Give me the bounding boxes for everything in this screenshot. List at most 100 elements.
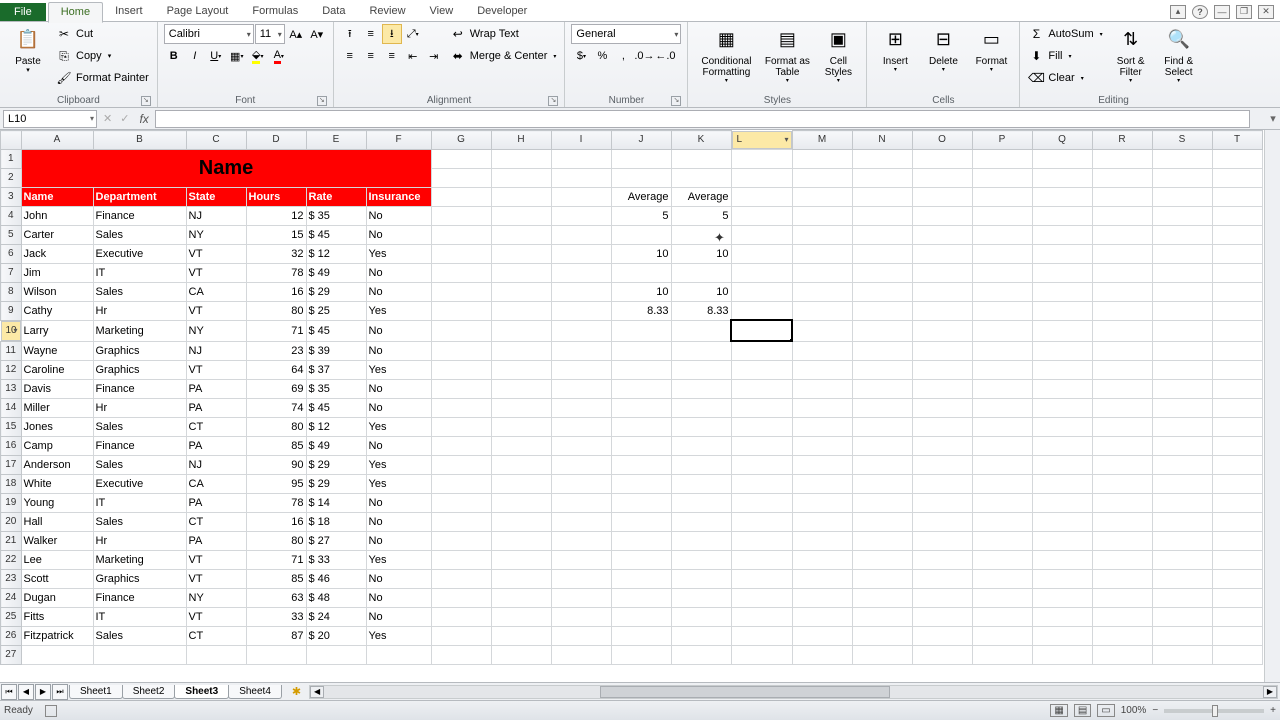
tab-developer[interactable]: Developer bbox=[465, 2, 539, 21]
col-header-P[interactable]: P bbox=[972, 131, 1032, 150]
cell[interactable] bbox=[1152, 301, 1212, 320]
cell[interactable] bbox=[852, 455, 912, 474]
cell[interactable] bbox=[431, 436, 491, 455]
cell[interactable] bbox=[551, 282, 611, 301]
alignment-dialog-launcher[interactable]: ↘ bbox=[548, 96, 558, 106]
cell[interactable]: Marketing bbox=[93, 320, 186, 341]
cell[interactable] bbox=[551, 645, 611, 664]
cell[interactable] bbox=[972, 493, 1032, 512]
cell[interactable]: CT bbox=[186, 626, 246, 645]
cell[interactable]: No bbox=[366, 320, 431, 341]
cell[interactable] bbox=[852, 263, 912, 282]
cell[interactable] bbox=[972, 379, 1032, 398]
cell[interactable] bbox=[491, 149, 551, 168]
cell[interactable] bbox=[912, 341, 972, 360]
cell[interactable]: Finance bbox=[93, 379, 186, 398]
cell[interactable] bbox=[491, 301, 551, 320]
row-header-27[interactable]: 27 bbox=[1, 645, 22, 664]
zoom-out-button[interactable]: − bbox=[1152, 705, 1158, 716]
cell[interactable] bbox=[611, 588, 671, 607]
cell[interactable] bbox=[912, 360, 972, 379]
cell[interactable] bbox=[912, 244, 972, 263]
cell[interactable] bbox=[431, 493, 491, 512]
row-header-13[interactable]: 13 bbox=[1, 379, 22, 398]
cell[interactable]: Hr bbox=[93, 398, 186, 417]
cell[interactable] bbox=[731, 149, 792, 168]
col-header-A[interactable]: A bbox=[21, 131, 93, 150]
cell[interactable] bbox=[731, 436, 792, 455]
cell[interactable] bbox=[912, 187, 972, 206]
font-color-button[interactable]: A▾ bbox=[269, 46, 289, 66]
sheet-nav-last[interactable]: ⏭ bbox=[52, 684, 68, 700]
cell[interactable] bbox=[1152, 645, 1212, 664]
cell[interactable] bbox=[431, 206, 491, 225]
cell[interactable] bbox=[912, 225, 972, 244]
row-header-4[interactable]: 4 bbox=[1, 206, 22, 225]
cell[interactable]: No bbox=[366, 206, 431, 225]
hscroll-left[interactable]: ◀ bbox=[310, 686, 324, 698]
cell[interactable] bbox=[731, 645, 792, 664]
cell[interactable] bbox=[306, 645, 366, 664]
cell[interactable] bbox=[611, 607, 671, 626]
cell[interactable] bbox=[491, 417, 551, 436]
cell[interactable]: 90 bbox=[246, 455, 306, 474]
cell[interactable]: 71 bbox=[246, 550, 306, 569]
cell[interactable] bbox=[1092, 398, 1152, 417]
cell[interactable]: Cathy bbox=[21, 301, 93, 320]
cell[interactable] bbox=[551, 398, 611, 417]
col-header-N[interactable]: N bbox=[852, 131, 912, 150]
cell[interactable] bbox=[491, 360, 551, 379]
row-header-14[interactable]: 14 bbox=[1, 398, 22, 417]
cell[interactable] bbox=[792, 244, 852, 263]
currency-button[interactable]: $▾ bbox=[571, 46, 591, 66]
cell[interactable] bbox=[1212, 550, 1262, 569]
cell[interactable] bbox=[611, 341, 671, 360]
cell[interactable] bbox=[1212, 263, 1262, 282]
cell[interactable] bbox=[551, 588, 611, 607]
cell[interactable] bbox=[1032, 168, 1092, 187]
cell[interactable] bbox=[1092, 360, 1152, 379]
cell[interactable] bbox=[1092, 493, 1152, 512]
cell[interactable] bbox=[1152, 282, 1212, 301]
tab-file[interactable]: File bbox=[0, 3, 46, 21]
cell[interactable] bbox=[1092, 512, 1152, 531]
cell[interactable] bbox=[792, 455, 852, 474]
worksheet-grid[interactable]: ABCDEFGHIJKLMNOPQRST1Name23NameDepartmen… bbox=[0, 130, 1280, 682]
cell[interactable]: 80 bbox=[246, 301, 306, 320]
cell[interactable] bbox=[912, 263, 972, 282]
cell[interactable] bbox=[792, 531, 852, 550]
cell[interactable] bbox=[731, 588, 792, 607]
cell[interactable] bbox=[1032, 244, 1092, 263]
cell[interactable] bbox=[852, 244, 912, 263]
cell[interactable]: $ 29 bbox=[306, 474, 366, 493]
cell[interactable] bbox=[1092, 436, 1152, 455]
cell[interactable] bbox=[551, 493, 611, 512]
cell[interactable]: Yes bbox=[366, 301, 431, 320]
cell[interactable] bbox=[671, 149, 731, 168]
format-as-table-button[interactable]: ▤Format as Table▾ bbox=[762, 24, 812, 87]
cell[interactable] bbox=[671, 360, 731, 379]
cell[interactable] bbox=[852, 417, 912, 436]
cell[interactable] bbox=[972, 417, 1032, 436]
cell[interactable] bbox=[611, 569, 671, 588]
cell[interactable] bbox=[491, 493, 551, 512]
tab-review[interactable]: Review bbox=[357, 2, 417, 21]
cell[interactable] bbox=[671, 455, 731, 474]
cell[interactable] bbox=[912, 398, 972, 417]
italic-button[interactable]: I bbox=[185, 46, 205, 66]
cell[interactable]: $ 35 bbox=[306, 206, 366, 225]
cell[interactable]: Sales bbox=[93, 282, 186, 301]
cell[interactable] bbox=[852, 398, 912, 417]
cell[interactable] bbox=[1092, 206, 1152, 225]
col-header-E[interactable]: E bbox=[306, 131, 366, 150]
cell[interactable]: 5 bbox=[611, 206, 671, 225]
cell[interactable]: IT bbox=[93, 493, 186, 512]
cell[interactable] bbox=[792, 626, 852, 645]
cell[interactable] bbox=[1032, 550, 1092, 569]
cell[interactable] bbox=[852, 436, 912, 455]
cell[interactable] bbox=[671, 436, 731, 455]
cell[interactable]: Graphics bbox=[93, 341, 186, 360]
cell[interactable] bbox=[1092, 282, 1152, 301]
cell[interactable] bbox=[1032, 379, 1092, 398]
cell[interactable]: Caroline bbox=[21, 360, 93, 379]
